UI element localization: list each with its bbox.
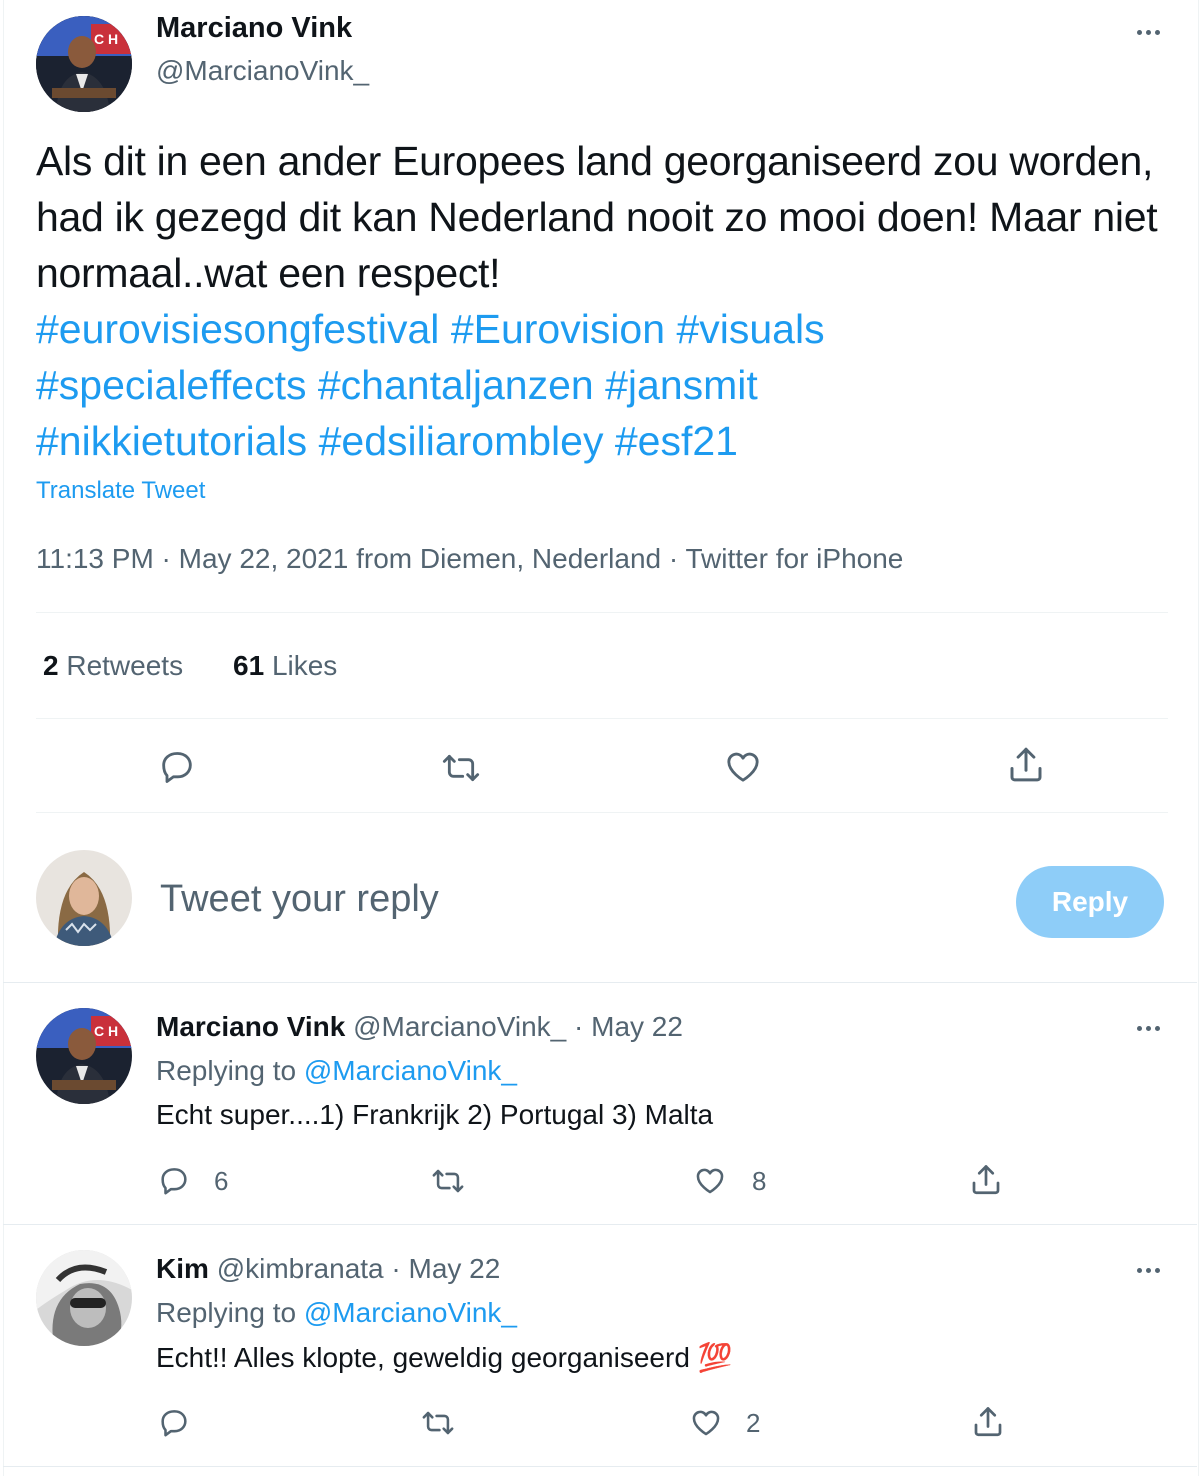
hashtag-link[interactable]: #visuals [676,306,824,352]
reply-author-name[interactable]: Marciano Vink [156,1011,345,1042]
like-icon[interactable] [722,746,764,786]
hashtag-line-3: #nikkietutorials #edsiliarombley #esf21 [36,413,738,469]
hashtag-link[interactable]: #nikkietutorials [36,418,307,464]
likes-count: 61 [233,650,265,681]
divider [36,718,1168,719]
hashtag-link[interactable]: #specialeffects [36,362,306,408]
replying-to-handle[interactable]: @MarcianoVink_ [304,1297,517,1328]
reply-author-handle[interactable]: @MarcianoVink_ [353,1011,566,1042]
retweets-label: Retweets [66,650,184,681]
share-icon[interactable] [970,1404,1006,1440]
more-icon[interactable] [1128,20,1168,44]
reply-button[interactable]: Reply [1016,866,1164,938]
reply-author-handle[interactable]: @kimbranata [217,1253,384,1284]
svg-text:C H: C H [94,1023,118,1039]
divider [3,1466,1197,1467]
like-count: 2 [746,1408,761,1438]
user-avatar[interactable] [36,850,132,946]
likes-label: Likes [271,650,338,681]
divider [36,812,1168,813]
hashtag-link[interactable]: #edsiliarombley [319,418,604,464]
hashtag-link[interactable]: #Eurovision [451,306,665,352]
more-icon[interactable] [1128,1016,1168,1040]
more-icon[interactable] [1128,1258,1168,1282]
replying-to: Replying to @MarcianoVink_ [156,1297,517,1329]
share-icon[interactable] [968,1162,1004,1198]
reply-author-name[interactable]: Kim [156,1253,209,1284]
reply-header: Kim @kimbranata · May 22 [156,1253,500,1285]
replying-to: Replying to @MarcianoVink_ [156,1055,517,1087]
reply-icon[interactable] [157,1163,191,1197]
divider [3,982,1197,983]
retweet-icon[interactable] [440,748,482,788]
svg-text:C H: C H [94,31,118,47]
reply-icon[interactable] [157,1405,191,1439]
author-name[interactable]: Marciano Vink [156,12,352,45]
tweet-timestamp[interactable]: 11:13 PM · May 22, 2021 from Diemen, Ned… [36,543,903,575]
retweets-count: 2 [43,650,59,681]
reply-button-label: Reply [1051,886,1129,917]
avatar-photo: C H [36,1008,132,1104]
hashtag-line-1: #eurovisiesongfestival #Eurovision #visu… [36,301,825,357]
avatar-photo: C H [36,16,132,112]
author-handle[interactable]: @MarcianoVink_ [156,55,369,87]
reply-count: 6 [214,1166,229,1196]
reply-author-avatar[interactable] [36,1250,132,1346]
hashtag-line-2: #specialeffects #chantaljanzen #jansmit [36,357,758,413]
reply-text: Echt super....1) Frankrijk 2) Portugal 3… [156,1099,714,1130]
hashtag-link[interactable]: #eurovisiesongfestival [36,306,439,352]
divider [3,1224,1197,1225]
retweets-stat[interactable]: 2 Retweets [43,650,183,682]
avatar-photo [36,850,132,946]
reply-icon[interactable] [157,746,197,786]
retweet-icon[interactable] [430,1164,466,1198]
tweet-text: Als dit in een ander Europees land georg… [36,138,1158,296]
hashtag-link[interactable]: #jansmit [605,362,758,408]
hashtag-link[interactable]: #chantaljanzen [318,362,594,408]
replying-to-prefix: Replying to [156,1297,297,1328]
reply-text: Echt!! Alles klopte, geweldig georganise… [156,1342,733,1373]
replying-to-prefix: Replying to [156,1055,297,1086]
like-count: 8 [752,1166,767,1196]
like-icon[interactable] [692,1163,728,1197]
reply-date[interactable]: · May 22 [391,1253,500,1284]
avatar-photo [36,1250,132,1346]
retweet-icon[interactable] [420,1406,456,1440]
reply-author-avatar[interactable]: C H [36,1008,132,1104]
replying-to-handle[interactable]: @MarcianoVink_ [304,1055,517,1086]
reply-date[interactable]: · May 22 [574,1011,683,1042]
translate-tweet-link[interactable]: Translate Tweet [36,477,205,505]
like-icon[interactable] [688,1405,724,1439]
divider [36,612,1168,613]
hashtag-link[interactable]: #esf21 [615,418,738,464]
likes-stat[interactable]: 61 Likes [233,650,337,682]
reply-input[interactable]: Tweet your reply [160,878,439,921]
author-avatar[interactable]: C H [36,16,132,112]
reply-header: Marciano Vink @MarcianoVink_ · May 22 [156,1011,683,1043]
share-icon[interactable] [1005,744,1047,786]
